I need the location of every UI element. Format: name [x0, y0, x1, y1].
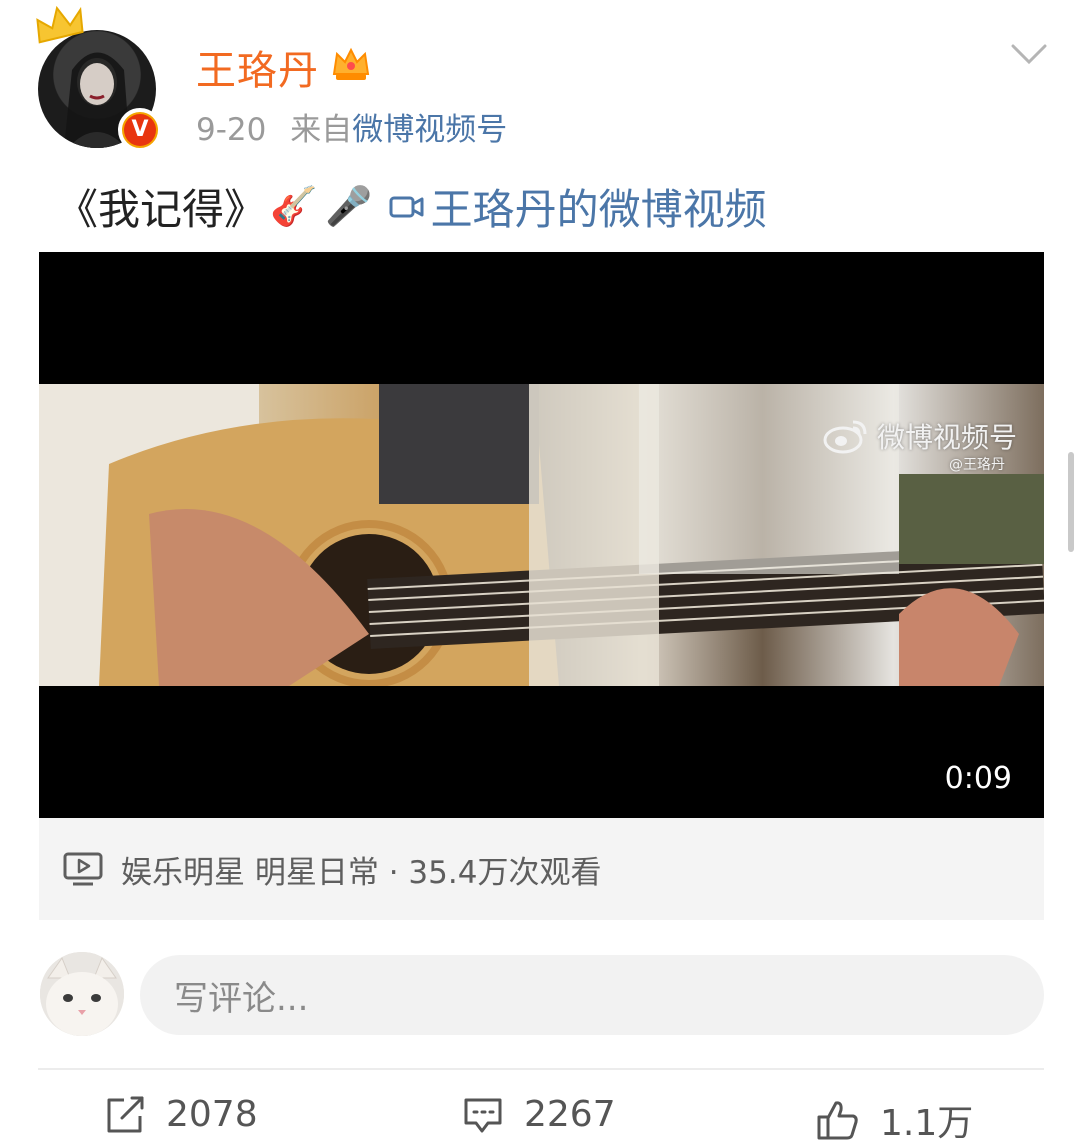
video-link-label: 王珞丹的微博视频: [430, 185, 767, 234]
video-duration: 0:09: [944, 761, 1012, 796]
thumbs-up-icon: [817, 1101, 858, 1140]
video-play-icon: [63, 852, 103, 886]
source-prefix: 来自: [290, 112, 353, 148]
video-info-bar[interactable]: 娱乐明星 明星日常 · 35.4万次观看: [39, 818, 1044, 920]
video-camera-icon: [389, 196, 424, 217]
watermark-user: @王珞丹: [949, 457, 1005, 473]
comment-count: 2267: [524, 1094, 616, 1135]
verified-badge: V: [118, 108, 162, 152]
source-link[interactable]: 微博视频号: [352, 112, 507, 148]
comment-input[interactable]: 写评论...: [140, 955, 1044, 1035]
divider: [38, 1068, 1044, 1070]
like-button[interactable]: 1.1万: [816, 1094, 973, 1146]
commenter-avatar[interactable]: [40, 952, 124, 1036]
guitar-emoji: 🎸: [270, 184, 318, 228]
post-date: 9-20: [196, 112, 267, 148]
post-text: 《我记得》 🎸 🎤 王珞丹的微博视频: [56, 176, 767, 237]
post-meta: 9-20 来自微博视频号: [196, 104, 507, 149]
username[interactable]: 王珞丹: [196, 38, 319, 96]
post-title: 《我记得》: [56, 185, 267, 234]
repost-button[interactable]: 2078: [104, 1094, 258, 1135]
vip-crown-icon[interactable]: [330, 44, 372, 84]
video-player[interactable]: 微博视频号 @王珞丹 0:09: [39, 252, 1044, 818]
video-info-text: 娱乐明星 明星日常 · 35.4万次观看: [121, 854, 602, 891]
repost-count: 2078: [166, 1094, 258, 1135]
microphone-emoji: 🎤: [325, 184, 373, 228]
repost-icon: [107, 1096, 144, 1132]
like-count: 1.1万: [880, 1103, 974, 1144]
weibo-watermark: 微博视频号: [823, 416, 1017, 456]
chevron-down-icon[interactable]: [1010, 42, 1048, 66]
comment-button[interactable]: 2267: [462, 1094, 616, 1135]
scrollbar[interactable]: [1068, 452, 1074, 552]
comment-icon: [464, 1098, 502, 1132]
weibo-logo-icon: [823, 420, 867, 454]
video-link[interactable]: 王珞丹的微博视频: [389, 176, 767, 237]
crown-icon: [36, 6, 84, 44]
